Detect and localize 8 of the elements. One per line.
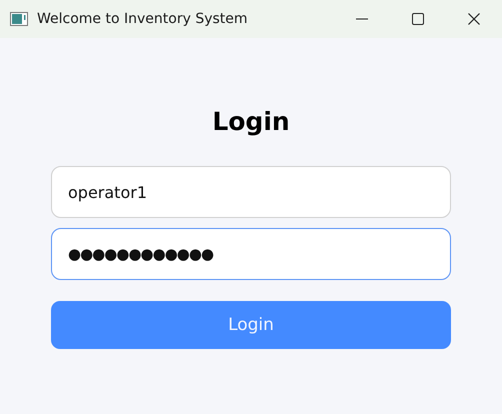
- window-title: Welcome to Inventory System: [37, 11, 249, 27]
- maximize-icon[interactable]: [412, 13, 424, 25]
- app-icon: [10, 12, 28, 26]
- close-icon[interactable]: [468, 13, 480, 25]
- minimize-icon[interactable]: [356, 18, 368, 20]
- password-field[interactable]: ●●●●●●●●●●●●: [51, 228, 451, 280]
- login-heading: Login: [212, 106, 290, 138]
- username-field[interactable]: operator1: [51, 166, 451, 218]
